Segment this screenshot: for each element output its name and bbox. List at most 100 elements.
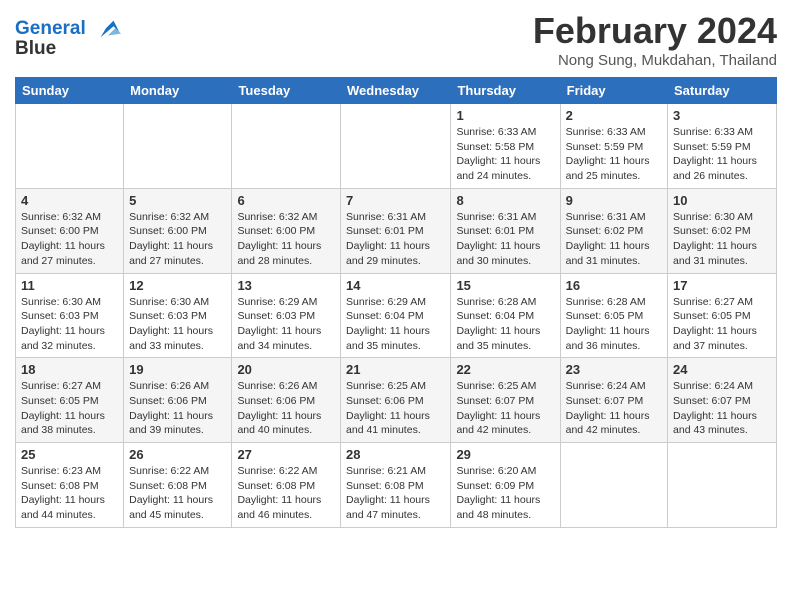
calendar-cell: 11 Sunrise: 6:30 AM Sunset: 6:03 PM Dayli… (16, 273, 124, 358)
day-number: 12 (129, 278, 226, 293)
calendar-cell: 27 Sunrise: 6:22 AM Sunset: 6:08 PM Dayli… (232, 443, 341, 528)
calendar-cell: 14 Sunrise: 6:29 AM Sunset: 6:04 PM Dayli… (341, 273, 451, 358)
day-of-week-header: Friday (560, 78, 667, 104)
calendar-cell (124, 104, 232, 189)
day-info: Sunrise: 6:30 AM Sunset: 6:02 PM Dayligh… (673, 210, 771, 269)
calendar-cell: 28 Sunrise: 6:21 AM Sunset: 6:08 PM Dayli… (341, 443, 451, 528)
calendar-cell: 26 Sunrise: 6:22 AM Sunset: 6:08 PM Dayli… (124, 443, 232, 528)
day-number: 29 (456, 447, 554, 462)
month-year: February 2024 (533, 10, 777, 52)
logo-line2: Blue (15, 38, 56, 59)
calendar-cell: 3 Sunrise: 6:33 AM Sunset: 5:59 PM Daylig… (668, 104, 777, 189)
day-info: Sunrise: 6:28 AM Sunset: 6:05 PM Dayligh… (566, 295, 662, 354)
calendar-cell: 24 Sunrise: 6:24 AM Sunset: 6:07 PM Dayli… (668, 358, 777, 443)
day-number: 18 (21, 362, 118, 377)
day-info: Sunrise: 6:23 AM Sunset: 6:08 PM Dayligh… (21, 464, 118, 523)
header: General Blue February 2024 Nong Sung, Mu… (15, 10, 777, 69)
calendar-cell (16, 104, 124, 189)
day-info: Sunrise: 6:29 AM Sunset: 6:03 PM Dayligh… (237, 295, 335, 354)
day-info: Sunrise: 6:33 AM Sunset: 5:59 PM Dayligh… (673, 125, 771, 184)
calendar-cell: 17 Sunrise: 6:27 AM Sunset: 6:05 PM Dayli… (668, 273, 777, 358)
day-number: 25 (21, 447, 118, 462)
calendar-cell: 12 Sunrise: 6:30 AM Sunset: 6:03 PM Dayli… (124, 273, 232, 358)
day-number: 24 (673, 362, 771, 377)
day-number: 22 (456, 362, 554, 377)
day-info: Sunrise: 6:21 AM Sunset: 6:08 PM Dayligh… (346, 464, 445, 523)
calendar-cell: 29 Sunrise: 6:20 AM Sunset: 6:09 PM Dayli… (451, 443, 560, 528)
calendar-cell: 5 Sunrise: 6:32 AM Sunset: 6:00 PM Daylig… (124, 188, 232, 273)
day-info: Sunrise: 6:29 AM Sunset: 6:04 PM Dayligh… (346, 295, 445, 354)
day-number: 23 (566, 362, 662, 377)
calendar-cell: 6 Sunrise: 6:32 AM Sunset: 6:00 PM Daylig… (232, 188, 341, 273)
calendar-table: SundayMondayTuesdayWednesdayThursdayFrid… (15, 77, 777, 528)
day-of-week-header: Tuesday (232, 78, 341, 104)
day-of-week-header: Wednesday (341, 78, 451, 104)
day-of-week-header: Thursday (451, 78, 560, 104)
logo-line1: General (15, 18, 86, 39)
day-info: Sunrise: 6:31 AM Sunset: 6:01 PM Dayligh… (456, 210, 554, 269)
day-info: Sunrise: 6:20 AM Sunset: 6:09 PM Dayligh… (456, 464, 554, 523)
day-number: 6 (237, 193, 335, 208)
day-number: 14 (346, 278, 445, 293)
day-info: Sunrise: 6:28 AM Sunset: 6:04 PM Dayligh… (456, 295, 554, 354)
day-info: Sunrise: 6:26 AM Sunset: 6:06 PM Dayligh… (237, 379, 335, 438)
calendar-cell: 23Sunrise: 6:24 AM Sunset: 6:07 PM Dayli… (560, 358, 667, 443)
day-number: 17 (673, 278, 771, 293)
title-area: February 2024 Nong Sung, Mukdahan, Thail… (533, 10, 777, 69)
calendar-cell (341, 104, 451, 189)
logo: General Blue (15, 15, 121, 60)
day-number: 8 (456, 193, 554, 208)
calendar-cell: 9 Sunrise: 6:31 AM Sunset: 6:02 PM Daylig… (560, 188, 667, 273)
day-number: 11 (21, 278, 118, 293)
day-info: Sunrise: 6:32 AM Sunset: 6:00 PM Dayligh… (129, 210, 226, 269)
day-number: 27 (237, 447, 335, 462)
day-info: Sunrise: 6:32 AM Sunset: 6:00 PM Dayligh… (237, 210, 335, 269)
day-number: 4 (21, 193, 118, 208)
day-number: 7 (346, 193, 445, 208)
calendar-cell (560, 443, 667, 528)
day-info: Sunrise: 6:30 AM Sunset: 6:03 PM Dayligh… (21, 295, 118, 354)
day-number: 28 (346, 447, 445, 462)
day-number: 26 (129, 447, 226, 462)
day-info: Sunrise: 6:30 AM Sunset: 6:03 PM Dayligh… (129, 295, 226, 354)
calendar-cell: 15Sunrise: 6:28 AM Sunset: 6:04 PM Dayli… (451, 273, 560, 358)
calendar-cell: 25 Sunrise: 6:23 AM Sunset: 6:08 PM Dayli… (16, 443, 124, 528)
day-number: 21 (346, 362, 445, 377)
day-info: Sunrise: 6:27 AM Sunset: 6:05 PM Dayligh… (673, 295, 771, 354)
day-of-week-header: Monday (124, 78, 232, 104)
day-info: Sunrise: 6:31 AM Sunset: 6:02 PM Dayligh… (566, 210, 662, 269)
calendar-cell: 21 Sunrise: 6:25 AM Sunset: 6:06 PM Dayli… (341, 358, 451, 443)
calendar-cell (668, 443, 777, 528)
day-info: Sunrise: 6:24 AM Sunset: 6:07 PM Dayligh… (673, 379, 771, 438)
calendar-cell: 2Sunrise: 6:33 AM Sunset: 5:59 PM Daylig… (560, 104, 667, 189)
day-info: Sunrise: 6:25 AM Sunset: 6:07 PM Dayligh… (456, 379, 554, 438)
calendar-cell: 8 Sunrise: 6:31 AM Sunset: 6:01 PM Daylig… (451, 188, 560, 273)
calendar-cell: 16 Sunrise: 6:28 AM Sunset: 6:05 PM Dayli… (560, 273, 667, 358)
calendar-cell: 10Sunrise: 6:30 AM Sunset: 6:02 PM Dayli… (668, 188, 777, 273)
day-number: 2 (566, 108, 662, 123)
day-number: 19 (129, 362, 226, 377)
day-number: 3 (673, 108, 771, 123)
day-info: Sunrise: 6:25 AM Sunset: 6:06 PM Dayligh… (346, 379, 445, 438)
calendar-cell: 19 Sunrise: 6:26 AM Sunset: 6:06 PM Dayli… (124, 358, 232, 443)
calendar-cell: 13 Sunrise: 6:29 AM Sunset: 6:03 PM Dayli… (232, 273, 341, 358)
day-number: 1 (456, 108, 554, 123)
day-number: 9 (566, 193, 662, 208)
day-info: Sunrise: 6:26 AM Sunset: 6:06 PM Dayligh… (129, 379, 226, 438)
day-number: 5 (129, 193, 226, 208)
day-info: Sunrise: 6:22 AM Sunset: 6:08 PM Dayligh… (129, 464, 226, 523)
calendar-cell: 4 Sunrise: 6:32 AM Sunset: 6:00 PM Daylig… (16, 188, 124, 273)
day-info: Sunrise: 6:27 AM Sunset: 6:05 PM Dayligh… (21, 379, 118, 438)
day-info: Sunrise: 6:31 AM Sunset: 6:01 PM Dayligh… (346, 210, 445, 269)
day-of-week-header: Saturday (668, 78, 777, 104)
day-info: Sunrise: 6:32 AM Sunset: 6:00 PM Dayligh… (21, 210, 118, 269)
day-number: 16 (566, 278, 662, 293)
day-info: Sunrise: 6:33 AM Sunset: 5:58 PM Dayligh… (456, 125, 554, 184)
day-number: 20 (237, 362, 335, 377)
day-number: 13 (237, 278, 335, 293)
calendar-cell: 1 Sunrise: 6:33 AM Sunset: 5:58 PM Daylig… (451, 104, 560, 189)
day-info: Sunrise: 6:22 AM Sunset: 6:08 PM Dayligh… (237, 464, 335, 523)
calendar-cell: 22 Sunrise: 6:25 AM Sunset: 6:07 PM Dayli… (451, 358, 560, 443)
calendar-cell (232, 104, 341, 189)
calendar-cell: 18 Sunrise: 6:27 AM Sunset: 6:05 PM Dayli… (16, 358, 124, 443)
